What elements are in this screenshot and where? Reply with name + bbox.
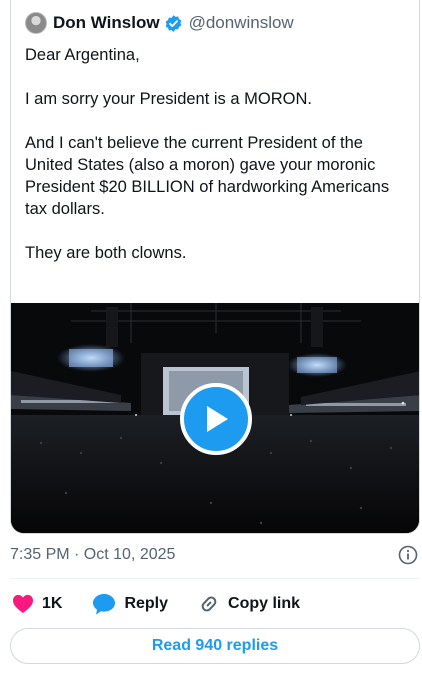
play-icon bbox=[207, 406, 228, 432]
like-button[interactable]: 1K bbox=[12, 594, 62, 614]
info-icon[interactable] bbox=[398, 545, 418, 565]
tweet-text: Dear Argentina, I am sorry your Presiden… bbox=[25, 44, 410, 286]
play-button[interactable] bbox=[180, 383, 252, 455]
action-bar: 1K Reply Copy link bbox=[12, 591, 300, 617]
reply-bubble-icon bbox=[93, 594, 116, 615]
heart-icon bbox=[13, 594, 33, 614]
reply-label: Reply bbox=[124, 595, 169, 612]
tweet-paragraph: I am sorry your President is a MORON. bbox=[25, 90, 312, 108]
copy-link-button[interactable]: Copy link bbox=[198, 593, 300, 615]
tweet-card: Don Winslow @donwinslow Dear Argentina, … bbox=[10, 0, 420, 534]
link-icon bbox=[201, 596, 217, 612]
tweet-timestamp[interactable]: 7:35 PM · Oct 10, 2025 bbox=[10, 546, 175, 564]
tweet-paragraph: Dear Argentina, bbox=[25, 46, 140, 64]
author-name[interactable]: Don Winslow bbox=[53, 13, 160, 33]
author-handle[interactable]: @donwinslow bbox=[189, 13, 294, 33]
tweet-header: Don Winslow @donwinslow bbox=[25, 10, 294, 36]
read-replies-button[interactable]: Read 940 replies bbox=[10, 628, 420, 664]
copy-link-label: Copy link bbox=[228, 595, 301, 612]
divider bbox=[10, 578, 420, 579]
tweet-paragraph: And I can't believe the current Presiden… bbox=[25, 134, 390, 218]
verified-badge-icon bbox=[164, 14, 183, 33]
reply-button[interactable]: Reply bbox=[92, 593, 168, 615]
tweet-paragraph: They are both clowns. bbox=[25, 244, 187, 262]
like-count: 1K bbox=[42, 595, 63, 612]
avatar[interactable] bbox=[25, 12, 47, 34]
video-player[interactable] bbox=[11, 303, 419, 533]
